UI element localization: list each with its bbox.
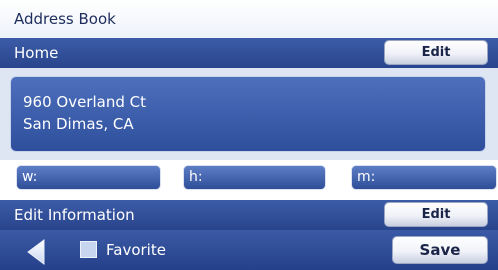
left-arrow-icon (27, 239, 45, 265)
edit-information-bar: Edit Information Edit (0, 200, 498, 230)
page-title: Address Book (0, 0, 498, 38)
address-line-1: 960 Overland Ct (23, 93, 146, 111)
edit-information-button[interactable]: Edit (384, 202, 488, 227)
home-phone-button[interactable]: h: (183, 165, 326, 190)
edit-information-label: Edit Information (14, 206, 135, 224)
save-button[interactable]: Save (392, 236, 488, 264)
entry-name-bar: Home Edit (0, 38, 498, 68)
back-button[interactable] (22, 238, 52, 266)
favorite-label: Favorite (106, 241, 166, 259)
bottom-toolbar: Favorite Save (0, 230, 498, 270)
address-line-2: San Dimas, CA (23, 115, 134, 133)
address-book-screen: Address Book Home Edit 960 Overland Ct S… (0, 0, 498, 270)
mobile-phone-button[interactable]: m: (351, 165, 497, 190)
edit-name-button[interactable]: Edit (384, 40, 488, 65)
work-phone-button[interactable]: w: (16, 165, 161, 190)
favorite-checkbox[interactable] (80, 241, 97, 258)
phone-row: w: h: m: (0, 160, 498, 200)
address-area: 960 Overland Ct San Dimas, CA (0, 68, 498, 160)
entry-name: Home (14, 44, 59, 62)
address-box[interactable]: 960 Overland Ct San Dimas, CA (10, 76, 486, 152)
